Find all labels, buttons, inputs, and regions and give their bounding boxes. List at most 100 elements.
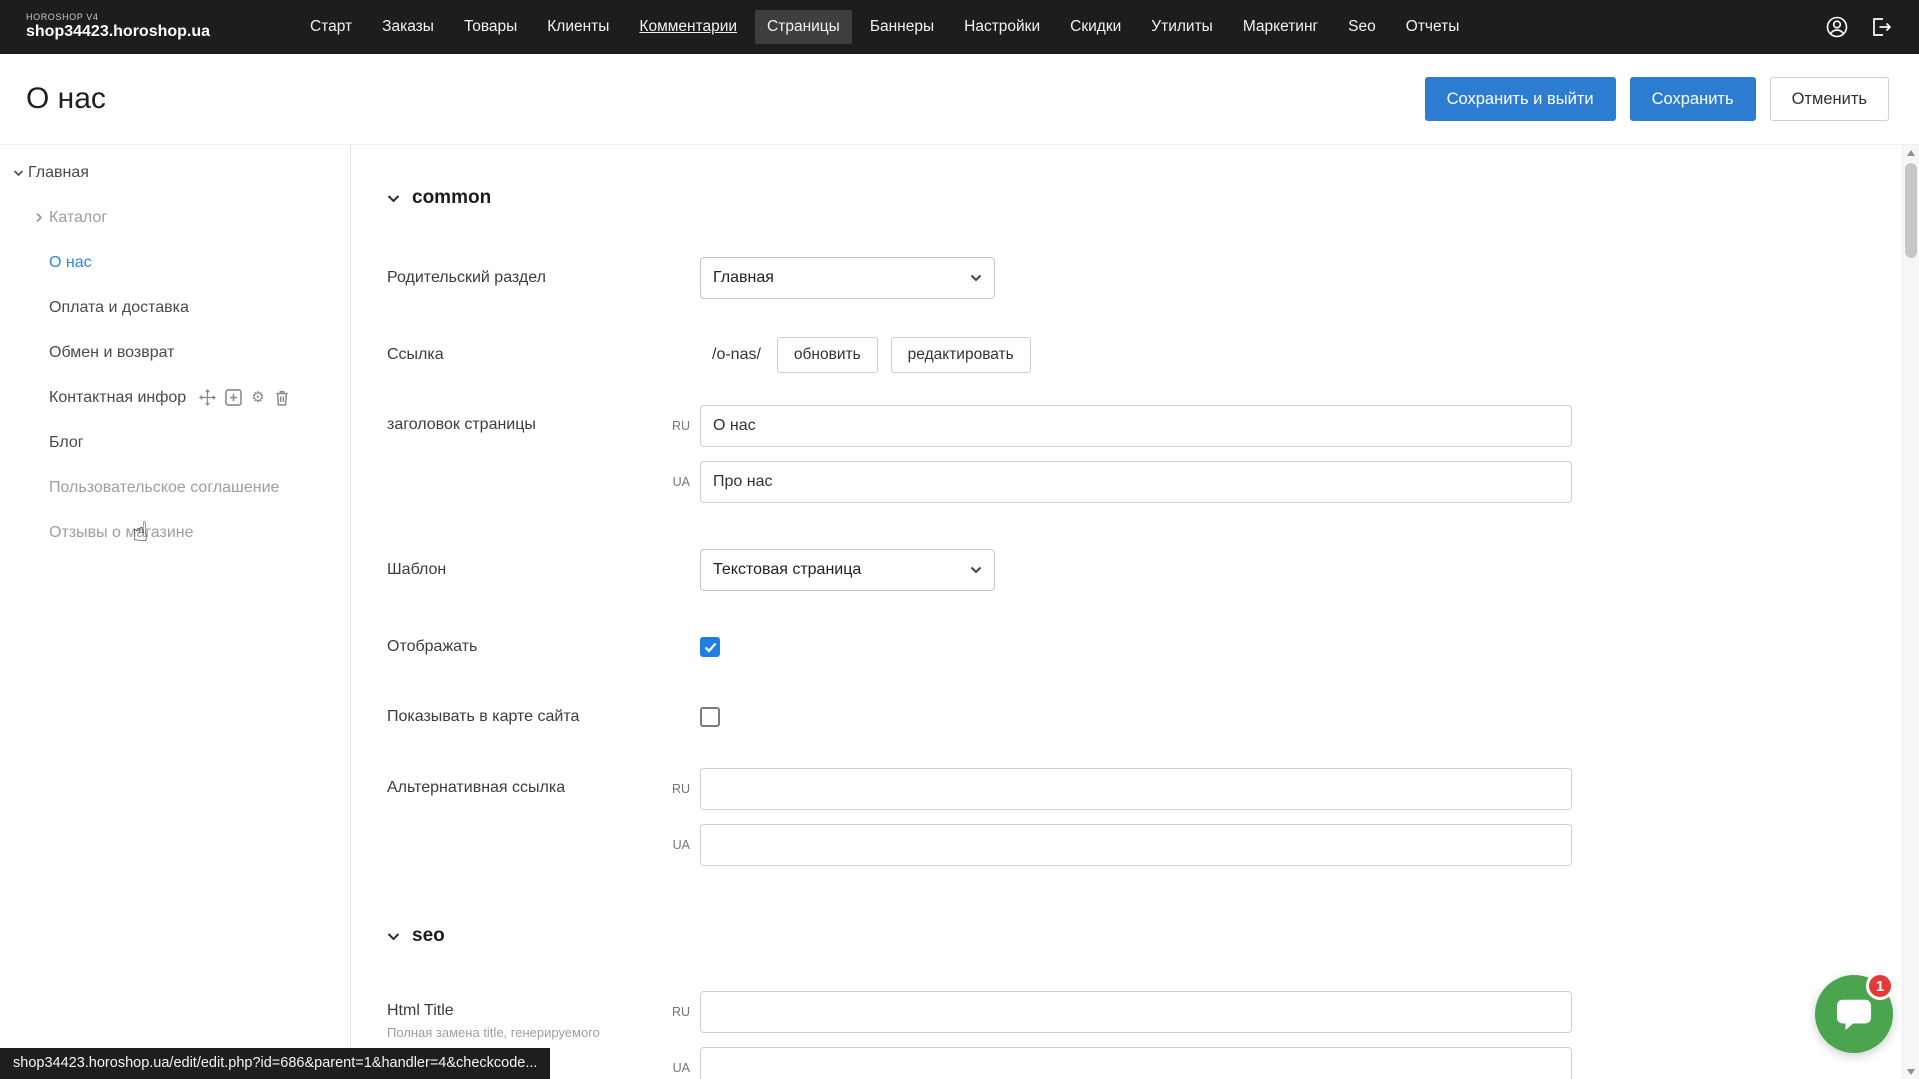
alt-link-input-ua[interactable] xyxy=(700,824,1572,866)
sidebar-item-oplata-i-dostavka[interactable]: Оплата и доставка xyxy=(0,285,350,330)
nav-start[interactable]: Старт xyxy=(298,10,364,44)
user-account-icon[interactable] xyxy=(1825,15,1849,39)
sidebar-item-label: Отзывы о магазине xyxy=(49,524,194,542)
delete-trash-icon[interactable] xyxy=(274,389,290,406)
field-label: Альтернативная ссылка xyxy=(387,768,650,797)
link-update-button[interactable]: обновить xyxy=(777,337,878,373)
caret-right-icon[interactable] xyxy=(29,212,49,223)
sitemap-row: Показывать в карте сайта xyxy=(387,707,1919,727)
topbar: HOROSHOP V4 shop34423.horoshop.ua Старт … xyxy=(0,0,1919,54)
lang-badge-ua: UA xyxy=(650,838,700,852)
sidebar-item-label: О нас xyxy=(49,254,92,272)
lang-badge-ru: RU xyxy=(650,782,700,796)
nav-discounts[interactable]: Скидки xyxy=(1058,10,1133,44)
brand-domain: shop34423.horoshop.ua xyxy=(26,23,262,41)
sidebar-item-label: Каталог xyxy=(49,209,107,227)
sidebar-item-label: Обмен и возврат xyxy=(49,344,174,362)
link-row: Ссылка /o-nas/ обновить редактировать xyxy=(387,337,1919,373)
cancel-button[interactable]: Отменить xyxy=(1770,77,1889,121)
sidebar-item-label: Главная xyxy=(28,164,89,182)
alt-link-row: Альтернативная ссылка RU UA xyxy=(387,768,1919,866)
sidebar-item-blog[interactable]: Блог xyxy=(0,420,350,465)
sidebar-item-obmen-i-vozvrat[interactable]: Обмен и возврат xyxy=(0,330,350,375)
lang-badge-ua: UA xyxy=(650,475,700,489)
chevron-down-icon xyxy=(970,566,982,574)
sidebar-item-label: Оплата и доставка xyxy=(49,299,189,317)
pages-tree-sidebar: Главная Каталог О нас Оплата и доставка … xyxy=(0,145,351,1079)
chat-unread-badge: 1 xyxy=(1866,972,1894,1000)
sidebar-item-glavnaya[interactable]: Главная xyxy=(0,150,350,195)
nav-banners[interactable]: Баннеры xyxy=(858,10,946,44)
check-icon xyxy=(704,642,717,653)
brand-version: HOROSHOP V4 xyxy=(26,13,262,23)
lang-badge-ru: RU xyxy=(650,1005,700,1019)
nav-seo[interactable]: Seo xyxy=(1336,10,1388,44)
nav-orders[interactable]: Заказы xyxy=(370,10,446,44)
field-label: Отображать xyxy=(387,638,650,656)
html-title-input-ru[interactable] xyxy=(700,991,1572,1033)
chevron-down-icon xyxy=(970,274,982,282)
alt-link-input-ru[interactable] xyxy=(700,768,1572,810)
sidebar-item-otzyvy-o-magazine[interactable]: Отзывы о магазине xyxy=(0,510,350,555)
nav-marketing[interactable]: Маркетинг xyxy=(1231,10,1330,44)
page-header: О нас Сохранить и выйти Сохранить Отмени… xyxy=(0,54,1919,144)
field-label: Показывать в карте сайта xyxy=(387,708,650,726)
drag-move-icon[interactable] xyxy=(199,389,216,406)
lang-badge-ua: UA xyxy=(650,1061,700,1075)
parent-section-select[interactable]: Главная xyxy=(700,257,995,299)
section-seo[interactable]: seo xyxy=(387,925,1919,947)
nav-comments[interactable]: Комментарии xyxy=(627,10,749,44)
sidebar-item-label: Контактная инфор xyxy=(49,389,186,407)
save-and-exit-button[interactable]: Сохранить и выйти xyxy=(1425,77,1616,121)
field-label-text: Html Title xyxy=(387,1002,650,1020)
content-scrollbar[interactable] xyxy=(1902,145,1919,1079)
template-row: Шаблон Текстовая страница xyxy=(387,549,1919,591)
settings-gear-icon[interactable]: ⚙ xyxy=(251,390,264,405)
page-title-input-ru[interactable] xyxy=(700,405,1572,447)
display-checkbox[interactable] xyxy=(700,637,720,657)
field-label: Родительский раздел xyxy=(387,269,650,287)
display-row: Отображать xyxy=(387,637,1919,657)
lang-badge-ru: RU xyxy=(650,419,700,433)
nav-pages[interactable]: Страницы xyxy=(755,10,852,44)
template-select[interactable]: Текстовая страница xyxy=(700,549,995,591)
chevron-down-icon xyxy=(387,194,400,203)
main-menu: Старт Заказы Товары Клиенты Комментарии … xyxy=(298,10,1471,44)
brand[interactable]: HOROSHOP V4 shop34423.horoshop.ua xyxy=(26,13,262,40)
caret-down-icon[interactable] xyxy=(8,169,28,177)
logout-icon[interactable] xyxy=(1869,15,1893,39)
add-subpage-icon[interactable] xyxy=(225,389,242,406)
sidebar-item-o-nas[interactable]: О нас xyxy=(0,240,350,285)
field-label: Ссылка xyxy=(387,346,650,364)
page-title-row: заголовок страницы RU UA xyxy=(387,405,1919,503)
sitemap-checkbox[interactable] xyxy=(700,707,720,727)
scroll-down-arrow-icon[interactable] xyxy=(1907,1069,1915,1075)
sidebar-item-label: Блог xyxy=(49,434,84,452)
nav-settings[interactable]: Настройки xyxy=(952,10,1052,44)
sidebar-item-polzovatelskoe-soglashenie[interactable]: Пользовательское соглашение xyxy=(0,465,350,510)
nav-utilities[interactable]: Утилиты xyxy=(1139,10,1225,44)
save-button[interactable]: Сохранить xyxy=(1630,77,1756,121)
html-title-input-ua[interactable] xyxy=(700,1047,1572,1079)
html-title-row: Html Title Полная замена title, генериру… xyxy=(387,991,1919,1079)
scrollbar-thumb[interactable] xyxy=(1905,163,1917,258)
field-hint: Полная замена title, генерируемого xyxy=(387,1025,627,1042)
field-label: заголовок страницы xyxy=(387,405,650,434)
nav-products[interactable]: Товары xyxy=(452,10,529,44)
chat-bubble-icon xyxy=(1835,996,1873,1032)
nav-clients[interactable]: Клиенты xyxy=(535,10,621,44)
link-edit-button[interactable]: редактировать xyxy=(891,337,1031,373)
nav-reports[interactable]: Отчеты xyxy=(1394,10,1472,44)
chat-launcher-button[interactable]: 1 xyxy=(1815,975,1893,1053)
field-label: Шаблон xyxy=(387,561,650,579)
page-title-input-ua[interactable] xyxy=(700,461,1572,503)
parent-section-row: Родительский раздел Главная xyxy=(387,257,1919,299)
status-url-tooltip: shop34423.horoshop.ua/edit/edit.php?id=6… xyxy=(0,1048,550,1079)
sidebar-item-label: Пользовательское соглашение xyxy=(49,479,279,497)
chevron-down-icon xyxy=(387,932,400,941)
sidebar-item-kontaktnaya-infor[interactable]: Контактная инфор ⚙ xyxy=(0,375,350,420)
page-edit-form: common Родительский раздел Главная Ссылк… xyxy=(351,145,1919,1079)
sidebar-item-katalog[interactable]: Каталог xyxy=(0,195,350,240)
section-common[interactable]: common xyxy=(387,187,1919,209)
scroll-up-arrow-icon[interactable] xyxy=(1907,150,1915,156)
